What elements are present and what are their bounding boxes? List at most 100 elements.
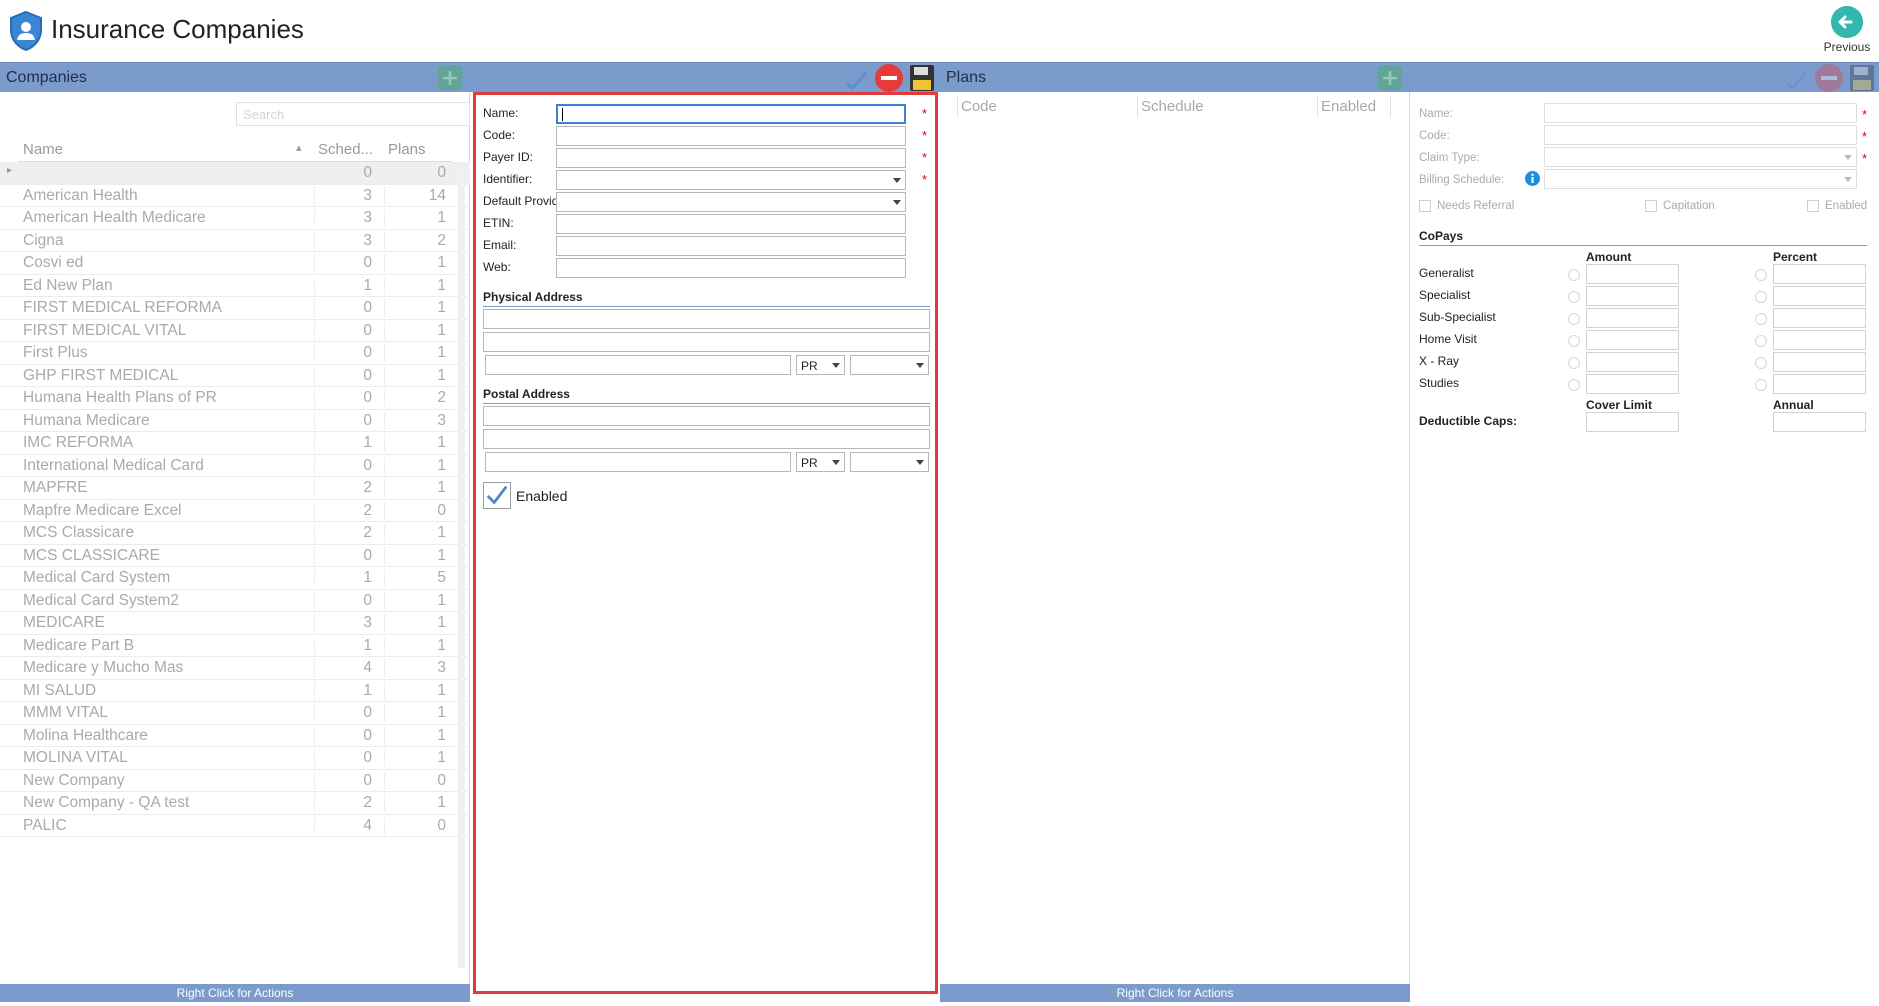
postal-zip-select[interactable] <box>850 452 929 472</box>
table-row[interactable]: Molina Healthcare 0 1 <box>0 725 470 747</box>
companies-footer[interactable]: Right Click for Actions <box>0 984 470 1002</box>
companies-col-name[interactable]: Name <box>23 141 63 158</box>
copay-amount-input-x-ray[interactable] <box>1586 352 1679 372</box>
edit-company-button[interactable] <box>844 66 868 91</box>
plan-code-input[interactable] <box>1544 125 1857 145</box>
billing-schedule-select[interactable] <box>1544 169 1857 189</box>
payer-id-input[interactable] <box>556 148 906 168</box>
copay-amount-radio-sub-specialist[interactable] <box>1568 313 1580 325</box>
physical-city-input[interactable] <box>485 355 791 375</box>
table-row[interactable]: MMM VITAL 0 1 <box>0 702 470 725</box>
table-row[interactable]: Medical Card System2 0 1 <box>0 590 470 612</box>
copay-percent-radio-specialist[interactable] <box>1755 291 1767 303</box>
web-input[interactable] <box>556 258 906 278</box>
table-row[interactable]: GHP FIRST MEDICAL 0 1 <box>0 365 470 387</box>
copay-amount-radio-specialist[interactable] <box>1568 291 1580 303</box>
table-row[interactable]: Ed New Plan 1 1 <box>0 275 470 297</box>
copay-percent-radio-sub-specialist[interactable] <box>1755 313 1767 325</box>
table-row[interactable]: MAPFRE 2 1 <box>0 477 470 500</box>
copay-amount-input-specialist[interactable] <box>1586 286 1679 306</box>
table-row[interactable]: Medical Card System 1 5 <box>0 567 470 590</box>
copay-percent-input-x-ray[interactable] <box>1773 352 1866 372</box>
table-row[interactable]: Humana Health Plans of PR 0 2 <box>0 387 470 410</box>
physical-zip-select[interactable] <box>850 355 929 375</box>
table-row[interactable]: First Plus 0 1 <box>0 342 470 365</box>
plan-name-input[interactable] <box>1544 103 1857 123</box>
add-company-button[interactable] <box>438 66 462 90</box>
info-icon[interactable] <box>1525 171 1540 186</box>
enabled-checkbox[interactable] <box>483 482 511 509</box>
needs-referral-checkbox[interactable] <box>1419 200 1431 212</box>
copay-amount-radio-studies[interactable] <box>1568 379 1580 391</box>
save-company-button[interactable] <box>908 63 936 93</box>
physical-state-select[interactable]: PR <box>796 355 845 375</box>
plans-col-code[interactable]: Code <box>961 98 997 115</box>
identifier-select[interactable] <box>556 170 906 190</box>
table-row[interactable]: FIRST MEDICAL REFORMA 0 1 <box>0 297 470 320</box>
copay-amount-radio-home-visit[interactable] <box>1568 335 1580 347</box>
copay-percent-radio-home-visit[interactable] <box>1755 335 1767 347</box>
copay-percent-input-generalist[interactable] <box>1773 264 1866 284</box>
table-row[interactable]: Mapfre Medicare Excel 2 0 <box>0 500 470 522</box>
cover-limit-input[interactable] <box>1586 412 1679 432</box>
table-row[interactable]: MOLINA VITAL 0 1 <box>0 747 470 770</box>
table-row[interactable]: MI SALUD 1 1 <box>0 680 470 702</box>
plans-footer[interactable]: Right Click for Actions <box>940 984 1410 1002</box>
copay-percent-radio-generalist[interactable] <box>1755 269 1767 281</box>
postal-address-line2[interactable] <box>483 429 930 449</box>
copay-percent-input-sub-specialist[interactable] <box>1773 308 1866 328</box>
table-row[interactable]: Medicare y Mucho Mas 4 3 <box>0 657 470 680</box>
companies-col-sched[interactable]: Sched... <box>318 141 373 158</box>
claim-type-select[interactable] <box>1544 147 1857 167</box>
copay-amount-radio-generalist[interactable] <box>1568 269 1580 281</box>
companies-scrollbar[interactable] <box>458 168 465 968</box>
previous-button[interactable]: Previous <box>1822 6 1872 60</box>
table-row[interactable]: Humana Medicare 0 3 <box>0 410 470 432</box>
copay-percent-input-specialist[interactable] <box>1773 286 1866 306</box>
plan-enabled-checkbox[interactable] <box>1807 200 1819 212</box>
copay-amount-input-home-visit[interactable] <box>1586 330 1679 350</box>
physical-address-line2[interactable] <box>483 332 930 352</box>
etin-input[interactable] <box>556 214 906 234</box>
table-row[interactable]: ▸ 0 0 <box>0 162 470 185</box>
copay-amount-input-studies[interactable] <box>1586 374 1679 394</box>
table-row[interactable]: American Health Medicare 3 1 <box>0 207 470 230</box>
companies-col-plans[interactable]: Plans <box>388 141 426 158</box>
code-input[interactable] <box>556 126 906 146</box>
copay-amount-radio-x-ray[interactable] <box>1568 357 1580 369</box>
postal-address-line1[interactable] <box>483 406 930 426</box>
copay-percent-radio-studies[interactable] <box>1755 379 1767 391</box>
table-row[interactable]: FIRST MEDICAL VITAL 0 1 <box>0 320 470 342</box>
table-row[interactable]: International Medical Card 0 1 <box>0 455 470 477</box>
delete-company-button[interactable] <box>874 63 904 93</box>
plans-col-schedule[interactable]: Schedule <box>1141 98 1204 115</box>
table-row[interactable]: MCS Classicare 2 1 <box>0 522 470 545</box>
copay-percent-radio-x-ray[interactable] <box>1755 357 1767 369</box>
postal-city-input[interactable] <box>485 452 791 472</box>
search-input[interactable] <box>236 102 470 126</box>
capitation-checkbox[interactable] <box>1645 200 1657 212</box>
table-row[interactable]: IMC REFORMA 1 1 <box>0 432 470 455</box>
table-row[interactable]: New Company 0 0 <box>0 770 470 792</box>
table-row[interactable]: Cosvi ed 0 1 <box>0 252 470 275</box>
copay-percent-input-studies[interactable] <box>1773 374 1866 394</box>
table-row[interactable]: Cigna 3 2 <box>0 230 470 252</box>
default-provider-select[interactable] <box>556 192 906 212</box>
annual-input[interactable] <box>1773 412 1866 432</box>
table-row[interactable]: MEDICARE 3 1 <box>0 612 470 635</box>
copay-amount-input-generalist[interactable] <box>1586 264 1679 284</box>
physical-address-line1[interactable] <box>483 309 930 329</box>
table-row[interactable]: PALIC 4 0 <box>0 815 470 837</box>
postal-state-select[interactable]: PR <box>796 452 845 472</box>
save-plan-button[interactable] <box>1848 63 1876 93</box>
plans-col-enabled[interactable]: Enabled <box>1321 98 1376 115</box>
name-input[interactable] <box>556 104 906 124</box>
add-plan-button[interactable] <box>1378 66 1402 90</box>
delete-plan-button[interactable] <box>1814 63 1844 93</box>
copay-amount-input-sub-specialist[interactable] <box>1586 308 1679 328</box>
email-input[interactable] <box>556 236 906 256</box>
table-row[interactable]: MCS CLASSICARE 0 1 <box>0 545 470 567</box>
edit-plan-button[interactable] <box>1784 66 1808 91</box>
copay-percent-input-home-visit[interactable] <box>1773 330 1866 350</box>
table-row[interactable]: New Company - QA test 2 1 <box>0 792 470 815</box>
